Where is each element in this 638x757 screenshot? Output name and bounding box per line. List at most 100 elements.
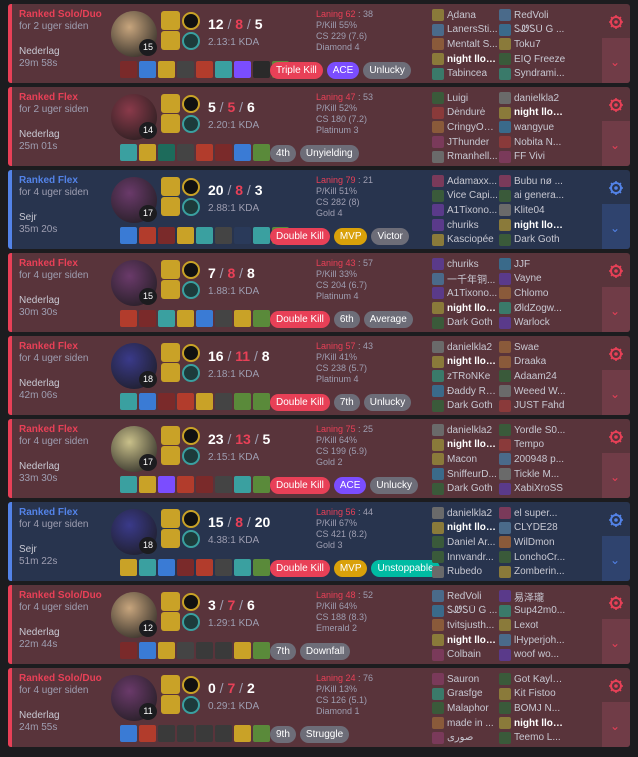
player-entry[interactable]: WilDmon — [499, 535, 566, 550]
player-entry[interactable]: Kasciopée — [432, 232, 499, 247]
item-icon[interactable] — [253, 227, 270, 244]
player-name[interactable]: Lexot — [514, 620, 538, 631]
player-name[interactable]: Klite04 — [514, 205, 545, 216]
player-entry[interactable]: churiks — [432, 257, 499, 272]
player-name[interactable]: Malaphor — [447, 703, 489, 714]
item-icon[interactable] — [253, 725, 270, 742]
player-name[interactable]: Draaka — [514, 356, 546, 367]
item-icon[interactable] — [158, 725, 175, 742]
player-entry[interactable]: A1Tixono... — [432, 203, 499, 218]
item-icon[interactable] — [177, 61, 194, 78]
player-name[interactable]: JUST Fahd — [514, 400, 564, 411]
player-entry[interactable]: night llovel — [499, 716, 566, 731]
player-entry[interactable]: صوری — [432, 730, 499, 745]
player-entry[interactable]: Grasfge — [432, 687, 499, 702]
player-name[interactable]: 易泽瓏 — [514, 589, 544, 604]
player-name[interactable]: صوری — [447, 732, 473, 743]
gear-icon[interactable] — [608, 678, 624, 694]
match-card[interactable]: Ranked Flex for 4 uger siden Nederlag 42… — [8, 336, 630, 415]
player-entry[interactable]: Yordle S0... — [499, 423, 566, 438]
player-name[interactable]: made in ... — [447, 718, 494, 729]
player-name[interactable]: night llovel — [447, 439, 499, 450]
summoner-spell-icon[interactable] — [161, 114, 180, 133]
player-name[interactable]: CLYDE28 — [514, 522, 558, 533]
player-name[interactable]: ᏚᏪᏚÜ Ĝ ... — [514, 24, 564, 35]
rune-icon[interactable] — [182, 344, 200, 362]
player-entry[interactable]: 一千年铜... — [432, 272, 499, 286]
player-name[interactable]: wangyue — [514, 122, 554, 133]
player-entry[interactable]: JThunder — [432, 135, 499, 150]
item-icon[interactable] — [139, 227, 156, 244]
summoner-spell-icon[interactable] — [161, 612, 180, 631]
item-icon[interactable] — [158, 476, 175, 493]
player-entry[interactable]: Vayne — [499, 272, 566, 287]
player-entry[interactable]: XabiXroSS — [499, 481, 566, 496]
player-entry[interactable]: Adamaxx... — [432, 174, 499, 189]
player-name[interactable]: Luigi — [447, 93, 468, 104]
player-name[interactable]: Adaam24 — [514, 371, 557, 382]
expand-button[interactable]: ⌄ — [602, 287, 630, 332]
rune-icon[interactable] — [182, 530, 200, 548]
player-entry[interactable]: night llovel — [432, 521, 499, 536]
summoner-spell-icon[interactable] — [161, 94, 180, 113]
player-entry[interactable]: Mentalt S... — [432, 37, 499, 52]
item-icon[interactable] — [120, 393, 137, 410]
item-icon[interactable] — [215, 725, 232, 742]
gear-icon[interactable] — [608, 429, 624, 445]
item-icon[interactable] — [177, 227, 194, 244]
player-name[interactable]: Dark Goth — [447, 483, 493, 494]
player-name[interactable]: Colbain — [447, 649, 481, 660]
gear-icon[interactable] — [608, 263, 624, 279]
summoner-spell-icon[interactable] — [161, 280, 180, 299]
item-icon[interactable] — [158, 559, 175, 576]
player-name[interactable]: ai genera... — [514, 190, 564, 201]
item-icon[interactable] — [234, 310, 251, 327]
player-name[interactable]: RedVoli — [447, 591, 481, 602]
player-name[interactable]: XabiXroSS — [514, 483, 563, 494]
player-name[interactable]: Nobita N... — [514, 137, 561, 148]
player-entry[interactable]: Zomberin... — [499, 564, 566, 579]
item-icon[interactable] — [139, 725, 156, 742]
match-card[interactable]: Ranked Solo/Duo for 4 uger siden Nederla… — [8, 585, 630, 664]
player-name[interactable]: Teemo L... — [514, 732, 561, 743]
player-name[interactable]: Tempo — [514, 439, 544, 450]
item-icon[interactable] — [196, 476, 213, 493]
player-entry[interactable]: Got Kayle... — [499, 672, 566, 687]
player-name[interactable]: Bubu nø ... — [514, 176, 563, 187]
match-card[interactable]: Ranked Flex for 4 uger siden Sejr 51m 22… — [8, 502, 630, 581]
player-entry[interactable]: night llovel — [432, 355, 499, 370]
player-entry[interactable]: night llovel — [432, 301, 499, 316]
item-icon[interactable] — [253, 559, 270, 576]
expand-button[interactable]: ⌄ — [602, 121, 630, 166]
rune-icon[interactable] — [182, 364, 200, 382]
rune-icon[interactable] — [182, 198, 200, 216]
summoner-spell-icon[interactable] — [161, 260, 180, 279]
item-icon[interactable] — [139, 393, 156, 410]
player-name[interactable]: tvitsjusth... — [447, 620, 494, 631]
gear-icon[interactable] — [608, 97, 624, 113]
player-entry[interactable]: Dark Goth — [432, 315, 499, 330]
player-name[interactable]: Rmanhell... — [447, 151, 498, 162]
player-name[interactable]: Tabincea — [447, 68, 487, 79]
player-entry[interactable]: CLYDE28 — [499, 521, 566, 536]
player-entry[interactable]: woof wo... — [499, 647, 566, 662]
player-name[interactable]: Sup42m0... — [514, 605, 565, 616]
item-icon[interactable] — [253, 310, 270, 327]
player-name[interactable]: LonchoCr... — [514, 552, 565, 563]
player-name[interactable]: night llovel — [447, 356, 499, 367]
player-entry[interactable]: Tabincea — [432, 66, 499, 81]
summoner-spell-icon[interactable] — [161, 197, 180, 216]
player-name[interactable]: lHyperjoh... — [514, 635, 565, 646]
item-icon[interactable] — [120, 642, 137, 659]
summoner-spell-icon[interactable] — [161, 446, 180, 465]
item-icon[interactable] — [253, 642, 270, 659]
rune-icon[interactable] — [182, 510, 200, 528]
player-entry[interactable]: JJF — [499, 257, 566, 272]
player-name[interactable]: Rubedo — [447, 566, 482, 577]
item-icon[interactable] — [139, 642, 156, 659]
item-icon[interactable] — [177, 725, 194, 742]
item-icon[interactable] — [120, 310, 137, 327]
player-entry[interactable]: Ądana — [432, 8, 499, 23]
player-name[interactable]: Warlock — [514, 317, 550, 328]
summoner-spell-icon[interactable] — [161, 592, 180, 611]
